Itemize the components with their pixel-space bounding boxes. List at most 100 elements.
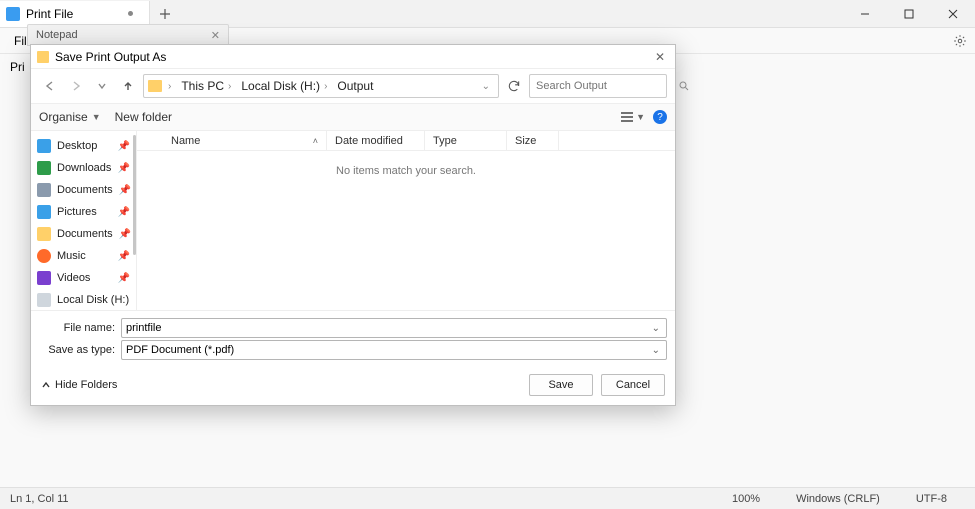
sidebar-item-label: Downloads bbox=[57, 162, 111, 174]
background-tab-close[interactable]: ✕ bbox=[211, 29, 220, 42]
sidebar-item-icon bbox=[37, 161, 51, 175]
chevron-down-icon: ▼ bbox=[636, 112, 645, 122]
nav-forward-button[interactable] bbox=[65, 75, 87, 97]
breadcrumb[interactable]: › This PC› Local Disk (H:)› Output ⌄ bbox=[143, 74, 499, 98]
crumb-0[interactable]: This PC bbox=[181, 79, 224, 93]
cancel-button[interactable]: Cancel bbox=[601, 374, 665, 396]
sidebar-item-label: Music bbox=[57, 250, 86, 262]
minimize-button[interactable] bbox=[843, 0, 887, 28]
maximize-button[interactable] bbox=[887, 0, 931, 28]
help-button[interactable]: ? bbox=[653, 110, 667, 124]
pin-icon: 📌 bbox=[119, 185, 131, 196]
gear-icon bbox=[953, 34, 967, 48]
folder-icon bbox=[148, 80, 162, 92]
close-button[interactable] bbox=[931, 0, 975, 28]
organise-button[interactable]: Organise ▼ bbox=[39, 110, 101, 124]
sidebar-item-icon bbox=[37, 271, 51, 285]
savetype-value: PDF Document (*.pdf) bbox=[126, 344, 650, 356]
form-area: File name: ⌄ Save as type: PDF Document … bbox=[31, 310, 675, 365]
col-size[interactable]: Size bbox=[507, 131, 559, 150]
nav-up-button[interactable] bbox=[117, 75, 139, 97]
save-dialog: Save Print Output As ✕ › This PC› Local … bbox=[30, 44, 676, 406]
pin-icon: 📌 bbox=[118, 163, 130, 174]
filename-dropdown[interactable]: ⌄ bbox=[650, 323, 662, 334]
sidebar-item-downloads[interactable]: Downloads 📌 bbox=[31, 157, 136, 179]
pin-icon: 📌 bbox=[119, 229, 131, 240]
chevron-down-icon: ▼ bbox=[92, 112, 101, 122]
settings-button[interactable] bbox=[953, 34, 967, 48]
refresh-button[interactable] bbox=[503, 75, 525, 97]
savetype-dropdown[interactable]: ⌄ bbox=[650, 345, 662, 356]
col-date[interactable]: Date modified bbox=[327, 131, 425, 150]
chevron-up-icon bbox=[41, 380, 51, 390]
sidebar-item-pictures[interactable]: Pictures📌 bbox=[31, 201, 136, 223]
status-zoom[interactable]: 100% bbox=[714, 493, 778, 505]
background-window-tab[interactable]: Notepad ✕ bbox=[27, 24, 229, 46]
nav-recent-button[interactable] bbox=[91, 75, 113, 97]
sidebar-item-icon bbox=[37, 183, 51, 197]
sidebar-item-label: Desktop bbox=[57, 140, 97, 152]
plus-icon bbox=[159, 8, 171, 20]
crumb-2[interactable]: Output bbox=[337, 79, 373, 93]
breadcrumb-dropdown[interactable]: ⌄ bbox=[478, 81, 494, 92]
empty-message: No items match your search. bbox=[137, 151, 675, 310]
list-view-icon bbox=[620, 111, 634, 123]
dialog-footer: Hide Folders Save Cancel bbox=[31, 365, 675, 405]
sidebar-item-icon bbox=[37, 139, 51, 153]
sidebar-item-label: Pictures bbox=[57, 206, 97, 218]
background-tab-title: Notepad bbox=[36, 29, 78, 41]
unsaved-indicator-icon bbox=[128, 11, 133, 16]
pin-icon: 📌 bbox=[118, 273, 130, 284]
search-input[interactable] bbox=[536, 80, 678, 92]
hide-folders-button[interactable]: Hide Folders bbox=[41, 379, 117, 391]
sidebar-item-label: Videos bbox=[57, 272, 90, 284]
save-button[interactable]: Save bbox=[529, 374, 593, 396]
explorer-body: Desktop📌Downloads📌Documents📌Pictures📌Doc… bbox=[31, 131, 675, 310]
sidebar-item-videos[interactable]: Videos 📌 bbox=[31, 267, 136, 289]
dialog-close-button[interactable]: ✕ bbox=[651, 50, 669, 64]
search-icon bbox=[678, 80, 690, 92]
sidebar-item-icon bbox=[37, 227, 51, 241]
sidebar-item-icon bbox=[37, 293, 51, 307]
view-mode-button[interactable]: ▼ bbox=[620, 111, 645, 123]
savetype-field[interactable]: PDF Document (*.pdf) ⌄ bbox=[121, 340, 667, 360]
sidebar-item-icon bbox=[37, 205, 51, 219]
sidebar-item-icon bbox=[37, 249, 51, 263]
status-line-ending: Windows (CRLF) bbox=[778, 493, 898, 505]
sidebar-item-desktop[interactable]: Desktop 📌 bbox=[31, 135, 136, 157]
col-type[interactable]: Type bbox=[425, 131, 507, 150]
refresh-icon bbox=[507, 79, 521, 93]
sidebar-item-documents[interactable]: Documents 📌 bbox=[31, 179, 136, 201]
sidebar: Desktop📌Downloads📌Documents📌Pictures📌Doc… bbox=[31, 131, 137, 310]
sidebar-item-documents[interactable]: Documents 📌 bbox=[31, 223, 136, 245]
sort-asc-icon: ˄ bbox=[313, 136, 318, 146]
sidebar-item-label: Documents bbox=[57, 184, 113, 196]
new-folder-button[interactable]: New folder bbox=[115, 110, 172, 124]
sidebar-item-label: Documents bbox=[57, 228, 113, 240]
dialog-toolbar: Organise ▼ New folder ▼ ? bbox=[31, 103, 675, 131]
col-name[interactable]: Name˄ bbox=[137, 131, 327, 150]
sidebar-item-music[interactable]: Music 📌 bbox=[31, 245, 136, 267]
nav-back-button[interactable] bbox=[39, 75, 61, 97]
dialog-nav-row: › This PC› Local Disk (H:)› Output ⌄ bbox=[31, 69, 675, 103]
search-box[interactable] bbox=[529, 74, 667, 98]
tab-title: Print File bbox=[26, 7, 73, 21]
pin-icon: 📌 bbox=[118, 251, 130, 262]
column-headers: Name˄ Date modified Type Size bbox=[137, 131, 675, 151]
document-tab[interactable]: Print File bbox=[0, 1, 150, 27]
sidebar-item-local-disk-h-[interactable]: Local Disk (H:) bbox=[31, 289, 136, 310]
status-position: Ln 1, Col 11 bbox=[10, 493, 69, 505]
status-encoding: UTF-8 bbox=[898, 493, 965, 505]
sidebar-scrollbar-thumb[interactable] bbox=[133, 135, 136, 255]
window-controls bbox=[843, 0, 975, 28]
sidebar-item-label: Local Disk (H:) bbox=[57, 294, 129, 306]
pin-icon: 📌 bbox=[118, 141, 130, 152]
filename-input[interactable] bbox=[126, 322, 650, 334]
crumb-1[interactable]: Local Disk (H:) bbox=[241, 79, 320, 93]
dialog-titlebar: Save Print Output As ✕ bbox=[31, 45, 675, 69]
filename-label: File name: bbox=[39, 322, 115, 334]
add-tab-button[interactable] bbox=[150, 8, 180, 20]
statusbar: Ln 1, Col 11 100% Windows (CRLF) UTF-8 bbox=[0, 487, 975, 509]
file-area: Name˄ Date modified Type Size No items m… bbox=[137, 131, 675, 310]
filename-field[interactable]: ⌄ bbox=[121, 318, 667, 338]
